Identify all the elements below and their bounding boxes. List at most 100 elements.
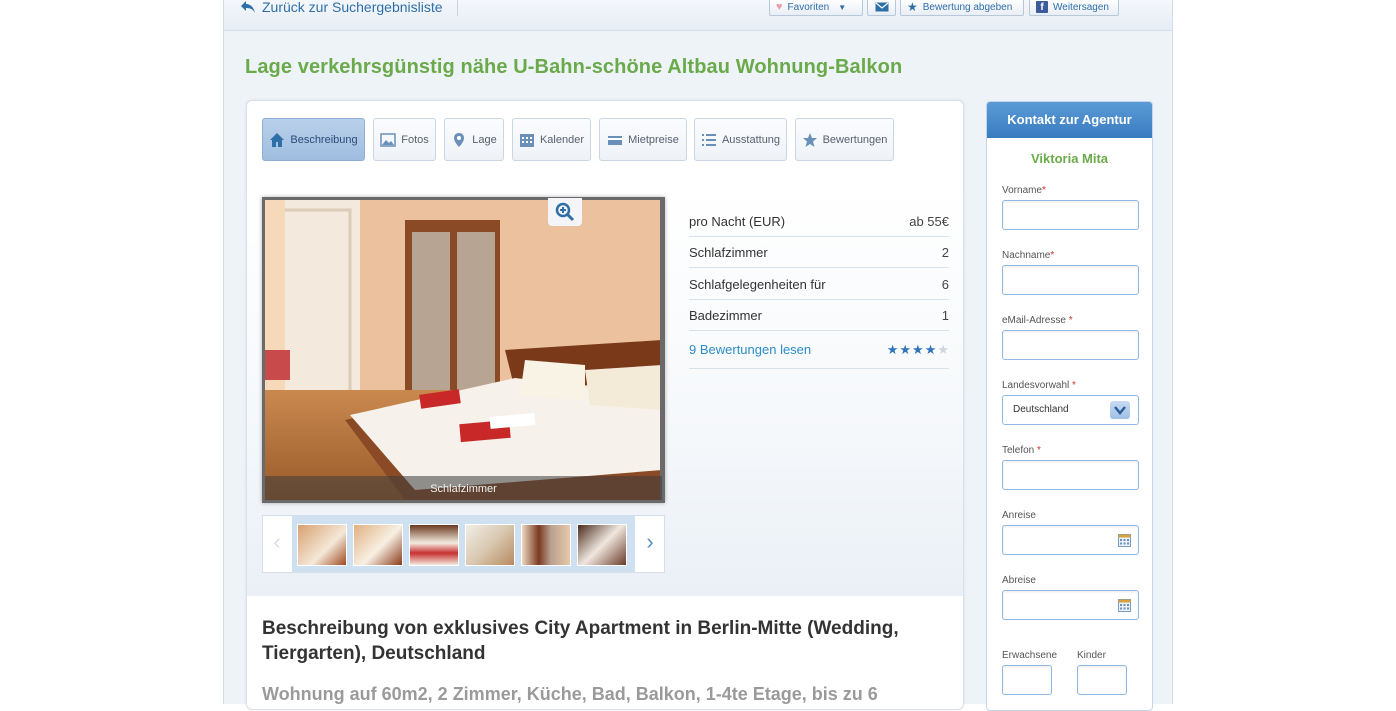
read-reviews-link[interactable]: 9 Bewertungen lesen	[689, 342, 811, 357]
share-label: Weitersagen	[1053, 1, 1109, 13]
telefon-label: Telefon *	[1002, 445, 1041, 456]
fact-row: Badezimmer 1	[689, 300, 949, 331]
telefon-field[interactable]	[1002, 460, 1139, 490]
zoom-in-icon	[555, 202, 575, 222]
star-icon: ★	[912, 342, 924, 357]
nachname-field[interactable]	[1002, 265, 1139, 295]
listing-title: Lage verkehrsgünstig nähe U-Bahn-schöne …	[245, 56, 903, 78]
chevron-down-icon	[1110, 401, 1130, 419]
description-heading: Beschreibung von exklusives City Apartme…	[262, 618, 899, 664]
thumbnail[interactable]	[465, 524, 515, 566]
star-icon: ★	[886, 342, 899, 357]
thumbnail[interactable]	[297, 524, 347, 566]
anreise-date-field[interactable]	[1002, 525, 1139, 555]
back-link-label: Zurück zur Suchergebnisliste	[262, 0, 443, 15]
top-toolbar: Zurück zur Suchergebnisliste ♥ Favoriten…	[224, 0, 1172, 31]
chevron-right-icon: ›	[646, 529, 654, 554]
fact-value: 1	[941, 308, 949, 324]
tab-beschreibung[interactable]: Beschreibung	[262, 118, 365, 161]
price-card-icon	[608, 135, 623, 145]
tab-lage[interactable]: Lage	[444, 118, 504, 161]
fact-value: 6	[941, 276, 949, 292]
rate-button[interactable]: ★ Bewertung abgeben	[900, 0, 1024, 16]
tab-label: Mietpreise	[628, 133, 679, 146]
landesvorwahl-label: Landesvorwahl *	[1002, 380, 1076, 391]
abreise-label: Abreise	[1002, 575, 1036, 586]
star-icon	[802, 132, 817, 147]
tab-label: Ausstattung	[721, 133, 781, 146]
tab-ausstattung[interactable]: Ausstattung	[694, 118, 787, 161]
vorname-field[interactable]	[1002, 200, 1139, 230]
photo-icon	[380, 132, 396, 147]
heart-icon: ♥	[776, 1, 783, 13]
contact-header: Kontakt zur Agentur	[987, 102, 1152, 138]
selected-country: Deutschland	[1013, 404, 1069, 415]
star-icon: ★	[907, 0, 918, 14]
tab-mietpreise[interactable]: Mietpreise	[599, 118, 687, 161]
fact-label: pro Nacht (EUR)	[689, 213, 786, 229]
thumbnail[interactable]	[353, 524, 403, 566]
fact-label: Badezimmer	[689, 308, 762, 324]
tab-label: Lage	[472, 133, 497, 146]
next-thumb-button[interactable]: ›	[643, 531, 657, 553]
fact-value: ab 55€	[909, 213, 949, 229]
kinder-label: Kinder	[1077, 650, 1106, 661]
photo-caption: Schlafzimmer	[265, 476, 662, 500]
envelope-icon	[875, 2, 888, 12]
erwachsene-label: Erwachsene	[1002, 650, 1058, 661]
erwachsene-field[interactable]	[1002, 665, 1052, 695]
prev-thumb-button[interactable]: ‹	[270, 531, 284, 553]
landesvorwahl-select[interactable]: Deutschland	[1002, 395, 1139, 425]
fact-label: Schlafzimmer	[689, 245, 768, 261]
calendar-icon[interactable]	[1118, 534, 1131, 547]
thumbnail-carousel: ‹ ›	[262, 515, 665, 573]
tab-kalender[interactable]: Kalender	[512, 118, 591, 161]
calendar-icon[interactable]	[1118, 599, 1131, 612]
main-photo[interactable]: Schlafzimmer	[262, 197, 665, 503]
agent-name: Viktoria Mita	[1030, 151, 1109, 166]
contact-panel: Kontakt zur Agentur Viktoria Mita Vornam…	[986, 101, 1153, 711]
nachname-label: Nachname*	[1002, 250, 1055, 261]
tab-fotos[interactable]: Fotos	[373, 118, 436, 161]
kinder-field[interactable]	[1077, 665, 1127, 695]
listing-card: Beschreibung Fotos Lage Kalender Mietpre…	[246, 100, 964, 710]
chevron-left-icon: ‹	[273, 529, 281, 554]
chevron-down-icon: ▼	[838, 2, 847, 12]
home-icon	[270, 132, 285, 147]
tab-bewertungen[interactable]: Bewertungen	[795, 118, 894, 161]
thumbnail[interactable]	[521, 524, 571, 566]
star-icon: ★	[899, 342, 912, 357]
tab-label: Beschreibung	[290, 133, 358, 146]
tab-label: Bewertungen	[822, 133, 888, 146]
fact-row: Schlafgelegenheiten für 6	[689, 268, 949, 300]
favorites-label: Favoriten	[787, 1, 830, 13]
back-to-results-link[interactable]: Zurück zur Suchergebnisliste	[240, 0, 443, 15]
star-icon: ★	[924, 342, 937, 357]
fact-value: 2	[941, 245, 949, 261]
back-arrow-icon	[241, 1, 255, 13]
email-button[interactable]	[867, 0, 896, 16]
list-icon	[701, 133, 716, 146]
thumbnail[interactable]	[409, 524, 459, 566]
star-icon: ★	[937, 342, 949, 357]
rate-label: Bewertung abgeben	[922, 1, 1013, 13]
abreise-date-field[interactable]	[1002, 590, 1139, 620]
vorname-label: Vorname*	[1002, 185, 1046, 196]
tab-label: Fotos	[401, 133, 429, 146]
zoom-button[interactable]	[548, 198, 582, 226]
share-button[interactable]: f Weitersagen	[1029, 0, 1119, 16]
email-field[interactable]	[1002, 330, 1139, 360]
fact-row: Schlafzimmer 2	[689, 237, 949, 268]
favorites-button[interactable]: ♥ Favoriten ▼	[769, 0, 863, 16]
thumbnail[interactable]	[577, 524, 627, 566]
facebook-icon: f	[1036, 1, 1048, 13]
calendar-icon	[519, 133, 534, 147]
bedroom-photo-image	[265, 200, 662, 500]
anreise-label: Anreise	[1002, 510, 1036, 521]
fact-row: pro Nacht (EUR) ab 55€	[689, 205, 949, 237]
tab-label: Kalender	[539, 133, 585, 146]
reviews-row: 9 Bewertungen lesen ★ ★ ★ ★ ★	[689, 331, 949, 369]
map-pin-icon	[454, 132, 465, 147]
description-subtitle: Wohnung auf 60m2, 2 Zimmer, Küche, Bad, …	[262, 684, 878, 704]
divider	[457, 0, 458, 16]
